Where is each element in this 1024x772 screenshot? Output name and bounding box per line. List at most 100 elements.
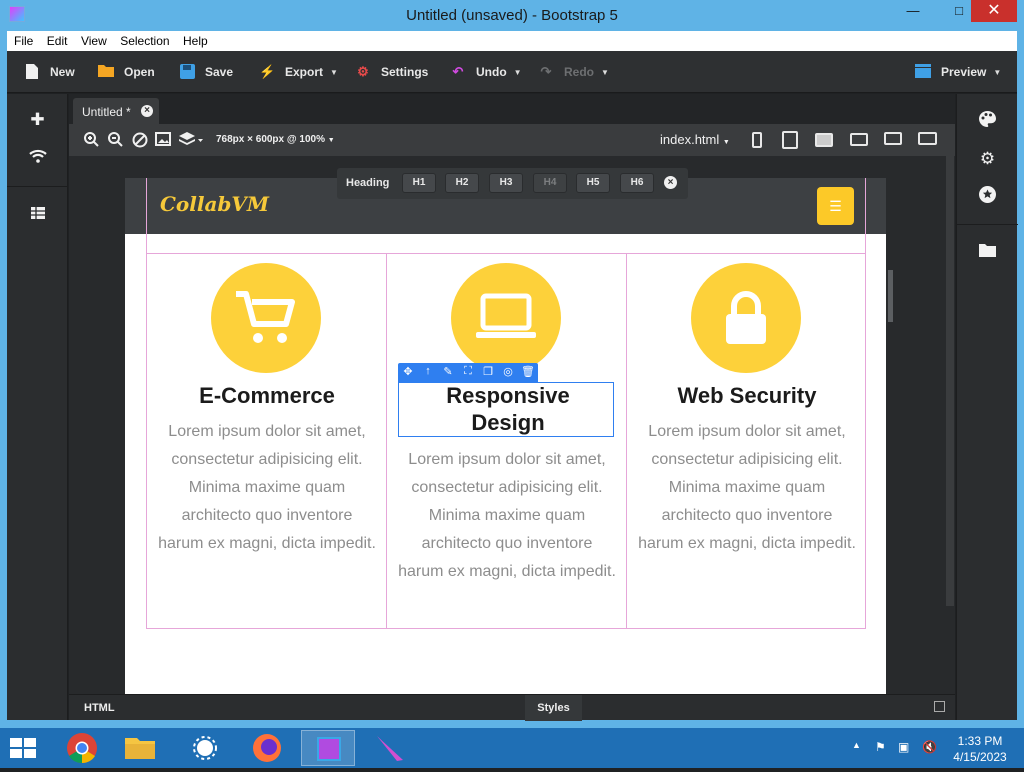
file-explorer-icon[interactable] bbox=[113, 730, 167, 766]
scrollbar-thumb[interactable] bbox=[888, 270, 893, 322]
save-icon bbox=[179, 64, 195, 80]
phone-view-icon[interactable] bbox=[752, 132, 762, 148]
zoom-in-icon[interactable] bbox=[84, 132, 99, 150]
settings-label: Settings bbox=[381, 65, 428, 79]
tablet-view-icon[interactable] bbox=[782, 131, 798, 149]
chevron-down-icon: ▼ bbox=[723, 139, 730, 146]
new-label: New bbox=[50, 65, 75, 79]
navbar-toggle-button[interactable]: ☰ bbox=[817, 187, 854, 225]
open-button[interactable]: Open bbox=[98, 63, 155, 81]
move-icon[interactable]: ✥ bbox=[400, 365, 416, 378]
windows-start-icon[interactable] bbox=[10, 738, 38, 760]
volume-muted-icon[interactable]: 🔇 bbox=[922, 740, 937, 754]
action-center-flag-icon[interactable]: ⚑ bbox=[875, 740, 886, 754]
right-sidebar: ⚙ bbox=[956, 94, 1017, 720]
heading-h6-button[interactable]: H6 bbox=[620, 173, 654, 193]
heading-h4-button[interactable]: H4 bbox=[533, 173, 567, 193]
save-button[interactable]: Save bbox=[179, 63, 233, 81]
feature-ecommerce[interactable]: E-Commerce Lorem ipsum dolor sit amet, c… bbox=[147, 255, 387, 628]
expand-panel-icon[interactable] bbox=[934, 701, 945, 712]
menu-view[interactable]: View bbox=[81, 31, 107, 48]
brand-logo[interactable]: CollabVM bbox=[160, 192, 269, 216]
hide-icon[interactable]: ◎ bbox=[500, 365, 516, 378]
rotate-icon[interactable] bbox=[132, 132, 148, 151]
new-button[interactable]: New bbox=[24, 63, 75, 81]
gear-icon: ⚙ bbox=[355, 64, 371, 80]
zoom-out-icon[interactable] bbox=[108, 132, 123, 150]
arrow-up-icon[interactable]: ↑ bbox=[420, 365, 436, 377]
wifi-icon[interactable] bbox=[7, 148, 68, 168]
close-icon[interactable]: × bbox=[664, 176, 677, 189]
minimize-button[interactable]: — bbox=[897, 0, 929, 22]
selection-box bbox=[398, 382, 614, 437]
bootstrap-studio-taskbar-icon[interactable] bbox=[301, 730, 355, 766]
heading-h3-button[interactable]: H3 bbox=[489, 173, 523, 193]
menu-edit[interactable]: Edit bbox=[47, 31, 68, 48]
window-frame-right bbox=[1017, 51, 1024, 728]
palette-icon[interactable] bbox=[957, 111, 1018, 132]
tray-expand-icon[interactable]: ▲ bbox=[852, 740, 861, 750]
sidebar-divider bbox=[957, 224, 1018, 225]
feature-text: Lorem ipsum dolor sit amet, consectetur … bbox=[397, 446, 617, 586]
redo-button[interactable]: ↷ Redo ▼ bbox=[538, 63, 609, 81]
window-frame-left bbox=[0, 51, 7, 728]
menu-file[interactable]: File bbox=[14, 31, 33, 48]
folder-icon[interactable] bbox=[957, 242, 1018, 262]
undo-icon: ↶ bbox=[450, 64, 466, 80]
expand-icon[interactable]: ⛶ bbox=[460, 365, 476, 378]
network-icon[interactable]: ▣ bbox=[898, 740, 909, 754]
chrome-icon[interactable] bbox=[55, 730, 109, 766]
laptop-view-icon[interactable] bbox=[850, 133, 868, 146]
chevron-down-icon: ▼ bbox=[330, 68, 338, 77]
pencil-icon[interactable]: ✎ bbox=[440, 365, 456, 378]
puzzle-icon[interactable]: ✚ bbox=[7, 110, 68, 130]
chevron-down-icon: ▼ bbox=[514, 68, 522, 77]
system-clock[interactable]: 1:33 PM 4/15/2023 bbox=[948, 733, 1012, 765]
clapperboard-icon bbox=[915, 64, 931, 80]
image-icon[interactable] bbox=[155, 132, 171, 149]
guide-line bbox=[146, 628, 866, 629]
window-titlebar: Untitled (unsaved) - Bootstrap 5 — □ ✕ bbox=[0, 0, 1024, 31]
heading-h1-button[interactable]: H1 bbox=[402, 173, 436, 193]
tab-untitled[interactable]: Untitled * × bbox=[73, 98, 159, 124]
window-title: Untitled (unsaved) - Bootstrap 5 bbox=[0, 7, 1024, 24]
export-button[interactable]: ⚡ Export ▼ bbox=[259, 63, 338, 81]
file-select[interactable]: index.html ▼ bbox=[660, 132, 730, 147]
canvas-scrollbar[interactable] bbox=[946, 156, 954, 606]
firefox-icon[interactable] bbox=[240, 730, 294, 766]
menu-selection[interactable]: Selection bbox=[120, 31, 169, 48]
close-tab-icon[interactable]: × bbox=[141, 105, 153, 117]
save-label: Save bbox=[205, 65, 233, 79]
star-circle-icon[interactable] bbox=[957, 186, 1018, 208]
undo-button[interactable]: ↶ Undo ▼ bbox=[450, 63, 522, 81]
heading-level-toolbar: Heading H1 H2 H3 H4 H5 H6 × bbox=[337, 168, 688, 199]
export-label: Export bbox=[285, 65, 323, 79]
settings-button[interactable]: ⚙ Settings bbox=[355, 63, 428, 81]
menu-help[interactable]: Help bbox=[183, 31, 208, 48]
close-window-button[interactable]: ✕ bbox=[971, 0, 1017, 22]
tab-label: Untitled * bbox=[82, 105, 131, 119]
feather-app-icon[interactable] bbox=[363, 730, 417, 766]
trash-icon[interactable]: 🗑 bbox=[520, 365, 536, 378]
feature-responsive[interactable]: Responsive Design Lorem ipsum dolor sit … bbox=[387, 255, 627, 628]
styles-panel-tab[interactable]: Styles bbox=[525, 695, 582, 721]
tablet-landscape-view-icon[interactable] bbox=[815, 133, 833, 147]
preview-button[interactable]: Preview ▼ bbox=[915, 63, 1001, 81]
large-desktop-view-icon[interactable] bbox=[918, 132, 937, 145]
feature-title: Web Security bbox=[627, 382, 867, 409]
layers-icon[interactable] bbox=[179, 132, 203, 150]
feature-security[interactable]: Web Security Lorem ipsum dolor sit amet,… bbox=[627, 255, 867, 628]
list-icon[interactable] bbox=[7, 204, 68, 224]
os-taskbar: ▲ ⚑ ▣ 🔇 1:33 PM 4/15/2023 bbox=[0, 728, 1024, 768]
weather-app-icon[interactable] bbox=[178, 730, 232, 766]
gear-icon[interactable]: ⚙ bbox=[957, 149, 1018, 169]
html-panel-tab[interactable]: HTML bbox=[84, 702, 115, 714]
chevron-down-icon: ▼ bbox=[993, 68, 1001, 77]
heading-h2-button[interactable]: H2 bbox=[445, 173, 479, 193]
guide-line bbox=[865, 178, 866, 254]
canvas-controls: 768px × 600px @ 100% ▼ index.html ▼ bbox=[69, 124, 955, 156]
desktop-view-icon[interactable] bbox=[884, 132, 902, 145]
viewport-size[interactable]: 768px × 600px @ 100% ▼ bbox=[216, 134, 335, 145]
heading-h5-button[interactable]: H5 bbox=[576, 173, 610, 193]
copy-icon[interactable]: ❐ bbox=[480, 365, 496, 378]
